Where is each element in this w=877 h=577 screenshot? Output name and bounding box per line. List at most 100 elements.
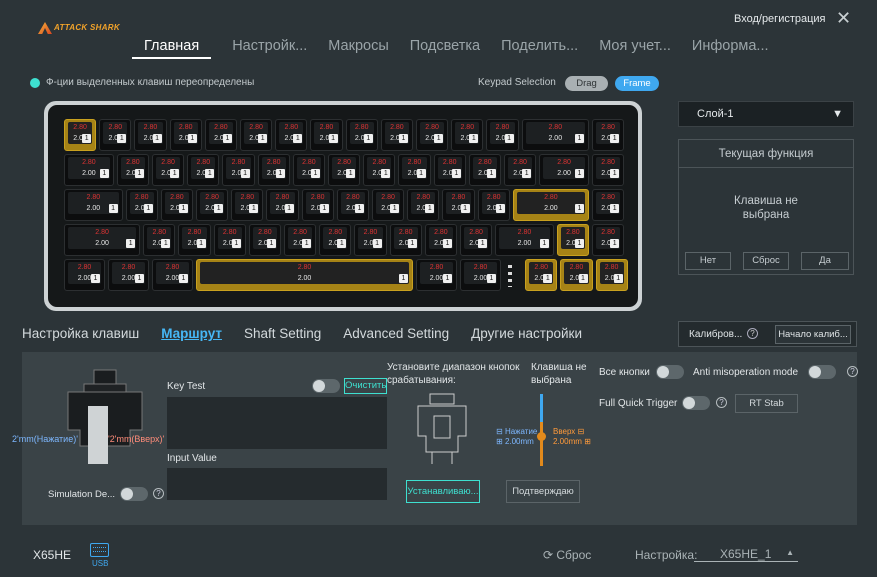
keyboard-key[interactable]: 2.80 2.00 1	[592, 154, 625, 186]
keyboard-key[interactable]: 2.80 2.00 1	[64, 154, 114, 186]
keyboard-key[interactable]: 2.80 2.00 1	[204, 119, 237, 151]
tab-advanced-setting[interactable]: Advanced Setting	[343, 326, 449, 341]
tab-home[interactable]: Главная	[132, 38, 212, 59]
layer-select[interactable]: Слой-1 ▼	[678, 101, 854, 127]
full-quick-trigger-toggle[interactable]	[682, 396, 710, 410]
keyboard-key[interactable]: 2.80 2.00 1	[169, 119, 202, 151]
keyboard-key[interactable]: 2.80 2.00 1	[521, 119, 589, 151]
tab-key-settings[interactable]: Настройка клавиш	[22, 326, 139, 341]
drag-toggle[interactable]: Drag	[565, 76, 608, 91]
keyboard-key[interactable]: 2.80 2.00 1	[468, 154, 501, 186]
clear-button[interactable]: Очистить	[344, 378, 387, 394]
keyboard-key[interactable]: 2.80 2.00 1	[512, 189, 589, 221]
keyboard-key[interactable]: 2.80 2.00 1	[64, 119, 97, 151]
keyboard-key[interactable]: 2.80 2.00 1	[416, 119, 449, 151]
tab-lighting[interactable]: Подсветка	[410, 38, 480, 59]
set-button[interactable]: Устанавливаю...	[406, 480, 480, 503]
keyboard-key[interactable]: 2.80 2.00 1	[160, 189, 193, 221]
keyboard-key[interactable]: 2.80 2.00 1	[266, 189, 299, 221]
keyboard-key[interactable]: 2.80 2.00 1	[424, 224, 457, 256]
key-test-area[interactable]	[167, 397, 387, 449]
keyboard-key[interactable]: 2.80 2.00 1	[275, 119, 308, 151]
keyboard-key[interactable]: 2.80 2.00 1	[143, 224, 176, 256]
keyboard-key[interactable]: 2.80 2.00 1	[196, 189, 229, 221]
keyboard-key[interactable]: 2.80 2.00 1	[64, 224, 141, 256]
keyboard-key[interactable]: 2.80 2.00 1	[556, 224, 589, 256]
keyboard-key[interactable]: 2.80 2.00 1	[152, 259, 193, 291]
help-icon[interactable]: ?	[716, 397, 727, 408]
keyboard-key[interactable]: 2.80 2.00 1	[116, 154, 149, 186]
keyboard-key[interactable]: 2.80 2.00 1	[486, 119, 519, 151]
tab-other-settings[interactable]: Другие настройки	[471, 326, 582, 341]
keyboard-key[interactable]: 2.80 2.00 1	[363, 154, 396, 186]
keyboard-key[interactable]: 2.80 2.00 1	[248, 224, 281, 256]
keyboard-key[interactable]: 2.80 2.00 1	[284, 224, 317, 256]
travel-slider-handle[interactable]	[537, 432, 546, 441]
no-button[interactable]: Нет	[685, 252, 731, 270]
keyboard-key[interactable]: 2.80 2.00 1	[64, 259, 105, 291]
keyboard-key[interactable]: 2.80 2.00 1	[416, 259, 457, 291]
reset-button[interactable]: Сброс	[743, 252, 789, 270]
confirm-button[interactable]: Подтверждаю	[506, 480, 580, 503]
keyboard-key[interactable]: 2.80 2.00 1	[196, 259, 413, 291]
keyboard-key[interactable]: 2.80 2.00 1	[398, 154, 431, 186]
keyboard-key[interactable]: 2.80 2.00 1	[222, 154, 255, 186]
keyboard-key[interactable]: 2.80 2.00 1	[442, 189, 475, 221]
keyboard-key[interactable]: 2.80 2.00 1	[433, 154, 466, 186]
all-keys-toggle[interactable]	[656, 365, 684, 379]
keyboard-key[interactable]: 2.80 2.00 1	[108, 259, 149, 291]
keyboard-key[interactable]: 2.80 2.00 1	[64, 189, 123, 221]
help-icon[interactable]: ?	[747, 328, 758, 339]
keyboard-key[interactable]: 2.80 2.00 1	[178, 224, 211, 256]
keyboard-key[interactable]: 2.80 2.00 1	[134, 119, 167, 151]
keyboard-key[interactable]: 2.80 2.00 1	[592, 189, 625, 221]
tab-share[interactable]: Поделить...	[501, 38, 578, 59]
keyboard-key[interactable]: 2.80 2.00 1	[477, 189, 510, 221]
start-calibration-button[interactable]: Начало калиб...	[775, 325, 851, 344]
keyboard-key[interactable]: 2.80 2.00 1	[328, 154, 361, 186]
keyboard-key[interactable]: 2.80 2.00 1	[336, 189, 369, 221]
simulation-toggle[interactable]	[120, 487, 148, 501]
help-icon[interactable]: ?	[153, 488, 164, 499]
keyboard-key[interactable]: 2.80 2.00 1	[99, 119, 132, 151]
keyboard-key[interactable]: 2.80 2.00 1	[460, 224, 493, 256]
tab-route[interactable]: Маршрут	[161, 326, 222, 341]
keyboard-icon[interactable]	[90, 543, 109, 557]
yes-button[interactable]: Да	[801, 252, 849, 270]
keyboard-key[interactable]: 2.80 2.00 1	[504, 154, 537, 186]
keyboard-key[interactable]: 2.80 2.00 1	[213, 224, 246, 256]
close-icon[interactable]: ✕	[836, 8, 851, 29]
input-value-field[interactable]	[167, 468, 387, 500]
reset-link[interactable]: ⟳ Сброс	[543, 548, 591, 562]
tab-macros[interactable]: Макросы	[328, 38, 388, 59]
keyboard-key[interactable]: 2.80 2.00 1	[319, 224, 352, 256]
keyboard-key[interactable]: 2.80 2.00 1	[407, 189, 440, 221]
keyboard-key[interactable]: 2.80 2.00 1	[292, 154, 325, 186]
keyboard-key[interactable]: 2.80 2.00 1	[354, 224, 387, 256]
keyboard-key[interactable]: 2.80 2.00 1	[152, 154, 185, 186]
keyboard-key[interactable]: 2.80 2.00 1	[539, 154, 589, 186]
keyboard-key[interactable]: 2.80 2.00 1	[125, 189, 158, 221]
keyboard-key[interactable]: 2.80 2.00 1	[187, 154, 220, 186]
keyboard-key[interactable]: 2.80 2.00 1	[592, 224, 625, 256]
config-select[interactable]: X65HE_1 ▲	[694, 547, 798, 562]
tab-info[interactable]: Информа...	[692, 38, 769, 59]
keyboard-key[interactable]: 2.80 2.00 1	[560, 259, 593, 291]
tab-settings[interactable]: Настройк...	[232, 38, 307, 59]
keyboard-key[interactable]: 2.80 2.00 1	[525, 259, 558, 291]
keyboard-key[interactable]: 2.80 2.00 1	[301, 189, 334, 221]
frame-toggle[interactable]: Frame	[615, 76, 659, 91]
keyboard-key[interactable]: 2.80 2.00 1	[460, 259, 501, 291]
keyboard-key[interactable]: 2.80 2.00 1	[380, 119, 413, 151]
tab-account[interactable]: Моя учет...	[599, 38, 671, 59]
keyboard-key[interactable]: 2.80 2.00 1	[372, 189, 405, 221]
keyboard-key[interactable]: 2.80 2.00 1	[389, 224, 422, 256]
login-link[interactable]: Вход/регистрация	[734, 13, 826, 25]
rt-stab-button[interactable]: RT Stab	[735, 394, 798, 413]
tab-shaft-setting[interactable]: Shaft Setting	[244, 326, 321, 341]
key-test-toggle[interactable]	[312, 379, 340, 393]
keyboard-key[interactable]: 2.80 2.00 1	[451, 119, 484, 151]
help-icon[interactable]: ?	[847, 366, 858, 377]
keyboard-key[interactable]: 2.80 2.00 1	[595, 259, 628, 291]
keyboard-key[interactable]: 2.80 2.00 1	[495, 224, 554, 256]
